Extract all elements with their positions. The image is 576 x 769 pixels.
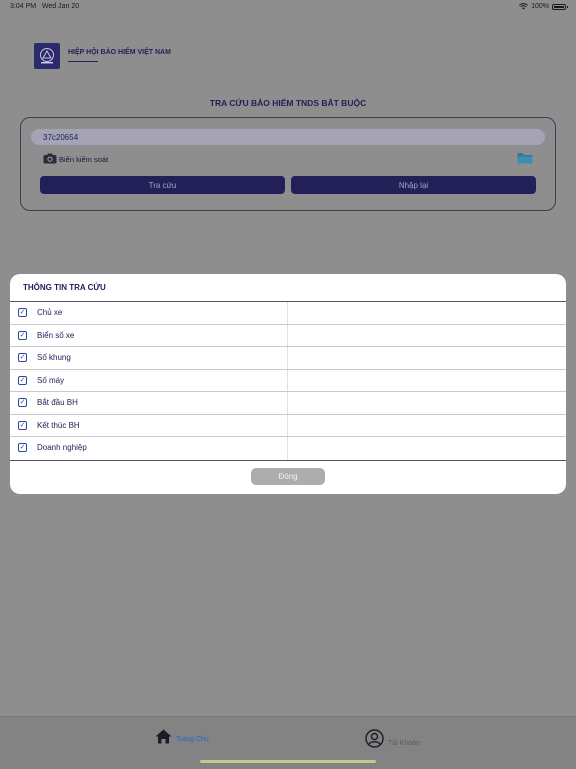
row-end-date: ✓ Kết thúc BH	[10, 414, 566, 437]
row-owner: ✓ Chủ xe	[10, 302, 566, 325]
row-label: Số khung	[37, 353, 71, 362]
close-button[interactable]: Đóng	[251, 468, 325, 485]
battery-icon	[552, 3, 568, 10]
page-title: TRA CỨU BẢO HIỂM TNDS BẮT BUỘC	[209, 98, 367, 108]
checkbox-chassis[interactable]: ✓	[18, 353, 27, 362]
column-divider	[287, 437, 288, 460]
column-divider	[287, 369, 288, 391]
battery-percent: 100%	[531, 3, 549, 10]
row-chassis: ✓ Số khung	[10, 347, 566, 370]
column-divider	[287, 414, 288, 436]
folder-icon[interactable]	[517, 152, 533, 164]
org-name: HIỆP HỘI BẢO HIỂM VIỆT NAM	[68, 49, 171, 56]
row-start-date: ✓ Bắt đầu BH	[10, 392, 566, 415]
info-table: ✓ Chủ xe ✓ Biển số xe ✓ Số khung ✓ Số má…	[10, 301, 566, 461]
home-indicator	[200, 760, 376, 763]
checkbox-company[interactable]: ✓	[18, 443, 27, 452]
tab-home[interactable]: Trang Chủ	[155, 729, 209, 744]
checkbox-owner[interactable]: ✓	[18, 308, 27, 317]
checkbox-engine[interactable]: ✓	[18, 375, 27, 385]
row-label: Chủ xe	[37, 308, 63, 317]
modal-title: THÔNG TIN TRA CỨU	[23, 283, 106, 292]
tab-home-label: Trang Chủ	[176, 736, 209, 743]
checkbox-end-date[interactable]: ✓	[18, 420, 27, 430]
tab-account-label: Tài Khoản	[388, 740, 420, 747]
home-icon	[155, 729, 172, 744]
column-divider	[287, 347, 288, 369]
column-divider	[287, 324, 288, 346]
logo-emblem-icon	[40, 48, 54, 64]
row-label: Doanh nghiệp	[37, 443, 87, 452]
tab-account[interactable]: Tài Khoản	[365, 729, 420, 748]
row-plate: ✓ Biển số xe	[10, 324, 566, 347]
status-bar: 3:04 PM Wed Jan 20 100%	[0, 0, 576, 14]
row-engine: ✓ Số máy	[10, 369, 566, 392]
account-icon	[365, 729, 384, 748]
column-divider	[287, 302, 288, 324]
checkbox-start-date[interactable]: ✓	[18, 398, 27, 407]
camera-icon[interactable]	[43, 153, 57, 164]
search-button[interactable]: Tra cứu	[40, 176, 285, 194]
association-logo	[34, 43, 60, 69]
row-label: Số máy	[37, 375, 65, 385]
lookup-info-modal: THÔNG TIN TRA CỨU ✓ Chủ xe ✓ Biển số xe …	[10, 274, 566, 494]
wifi-icon	[519, 3, 529, 10]
checkbox-plate[interactable]: ✓	[18, 330, 27, 340]
column-divider	[287, 392, 288, 414]
reset-button[interactable]: Nhập lại	[291, 176, 536, 194]
row-label: Bắt đầu BH	[37, 398, 78, 407]
plate-label: Biển kiểm soát	[59, 155, 109, 164]
search-card: Biển kiểm soát Tra cứu Nhập lại	[20, 117, 556, 211]
row-label: Biển số xe	[37, 330, 75, 340]
plate-number-input[interactable]	[31, 129, 545, 145]
row-company: ✓ Doanh nghiệp	[10, 437, 566, 460]
org-underline	[68, 61, 98, 62]
status-time: 3:04 PM Wed Jan 20	[10, 3, 80, 10]
row-label: Kết thúc BH	[37, 420, 80, 430]
status-right: 100%	[519, 3, 568, 10]
